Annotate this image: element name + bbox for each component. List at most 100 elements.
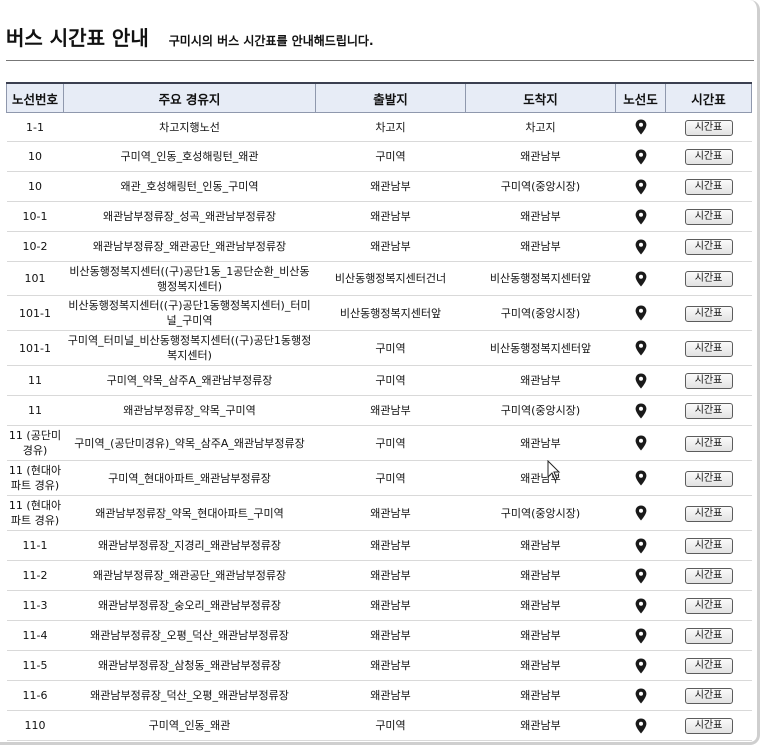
route-departure: 왜관남부 bbox=[315, 680, 466, 711]
route-departure: 왜관남부 bbox=[315, 495, 466, 531]
timetable-button[interactable]: 시간표 bbox=[684, 209, 733, 225]
map-pin-icon[interactable] bbox=[635, 598, 647, 614]
route-number: 11-5 bbox=[6, 650, 64, 681]
timetable-cell: 시간표 bbox=[665, 112, 752, 142]
table-row: 10-1 왜관남부정류장_성곡_왜관남부정류장 왜관남부 왜관남부 시간표 bbox=[6, 201, 752, 232]
timetable-button[interactable]: 시간표 bbox=[684, 470, 733, 487]
map-pin-icon[interactable] bbox=[635, 403, 647, 419]
map-pin-icon[interactable] bbox=[635, 179, 647, 195]
route-via: 비산동행정복지센터((구)공단1동_1공단순환_비산동행정복지센터) bbox=[63, 261, 316, 296]
map-pin-icon[interactable] bbox=[635, 688, 647, 704]
timetable-button[interactable]: 시간표 bbox=[684, 628, 733, 644]
timetable-button[interactable]: 시간표 bbox=[684, 373, 733, 389]
timetable-cell: 시간표 bbox=[665, 620, 752, 651]
table-row: 1-1 차고지행노선 차고지 차고지 시간표 bbox=[6, 112, 752, 142]
map-pin-icon[interactable] bbox=[635, 505, 647, 521]
timetable-button[interactable]: 시간표 bbox=[684, 119, 733, 136]
column-header-timetable: 시간표 bbox=[665, 82, 752, 113]
route-departure: 비산동행정복지센터앞 bbox=[315, 295, 466, 331]
route-arrival: 왜관남부 bbox=[465, 425, 616, 461]
timetable-cell: 시간표 bbox=[665, 530, 752, 561]
route-arrival: 왜관남부 bbox=[465, 620, 616, 651]
route-number: 11-2 bbox=[6, 560, 64, 591]
timetable-button[interactable]: 시간표 bbox=[684, 568, 733, 584]
timetable-button[interactable]: 시간표 bbox=[684, 149, 733, 165]
map-pin-icon[interactable] bbox=[635, 340, 647, 356]
route-arrival: 왜관남부 bbox=[465, 710, 616, 741]
route-departure: 왜관남부 bbox=[315, 395, 466, 426]
map-pin-icon[interactable] bbox=[635, 538, 647, 554]
timetable-button[interactable]: 시간표 bbox=[684, 538, 733, 554]
map-pin-icon[interactable] bbox=[635, 470, 647, 486]
timetable-cell: 시간표 bbox=[665, 365, 752, 396]
column-header-via: 주요 경유지 bbox=[63, 82, 316, 113]
route-map-cell bbox=[615, 460, 666, 496]
map-pin-icon[interactable] bbox=[635, 568, 647, 584]
route-departure: 구미역 bbox=[315, 365, 466, 396]
table-row: 11 왜관남부정류장_약목_구미역 왜관남부 구미역(중앙시장) 시간표 bbox=[6, 395, 752, 426]
timetable-button[interactable]: 시간표 bbox=[684, 435, 733, 452]
timetable-button[interactable]: 시간표 bbox=[684, 340, 733, 357]
route-via: 왜관남부정류장_숭오리_왜관남부정류장 bbox=[63, 590, 316, 621]
route-arrival: 왜관남부 bbox=[465, 590, 616, 621]
column-header-arrival: 도착지 bbox=[465, 82, 616, 113]
map-pin-icon[interactable] bbox=[635, 305, 647, 321]
timetable-button[interactable]: 시간표 bbox=[684, 403, 733, 419]
timetable-button[interactable]: 시간표 bbox=[684, 305, 733, 322]
route-departure: 왜관남부 bbox=[315, 171, 466, 202]
map-pin-icon[interactable] bbox=[635, 119, 647, 135]
route-number: 10 bbox=[6, 171, 64, 202]
map-pin-icon[interactable] bbox=[635, 628, 647, 644]
timetable-button[interactable]: 시간표 bbox=[684, 271, 733, 287]
route-via: 왜관남부정류장_약목_구미역 bbox=[63, 395, 316, 426]
route-departure: 왜관남부 bbox=[315, 590, 466, 621]
route-via: 왜관_호성해링턴_인동_구미역 bbox=[63, 171, 316, 202]
route-map-cell bbox=[615, 231, 666, 262]
route-map-cell bbox=[615, 395, 666, 426]
map-pin-icon[interactable] bbox=[635, 658, 647, 674]
route-departure: 구미역 bbox=[315, 141, 466, 172]
page-subtitle: 구미시의 버스 시간표를 안내해드립니다. bbox=[168, 34, 374, 48]
timetable-button[interactable]: 시간표 bbox=[684, 658, 733, 674]
timetable-button[interactable]: 시간표 bbox=[684, 179, 733, 195]
route-via: 구미역_(공단미경유)_약목_삼주A_왜관남부정류장 bbox=[63, 425, 316, 461]
timetable-cell: 시간표 bbox=[665, 141, 752, 172]
route-arrival: 왜관남부 bbox=[465, 650, 616, 681]
route-arrival: 구미역(중앙시장) bbox=[465, 495, 616, 531]
timetable-cell: 시간표 bbox=[665, 231, 752, 262]
timetable-cell: 시간표 bbox=[665, 560, 752, 591]
timetable-button[interactable]: 시간표 bbox=[684, 505, 733, 522]
timetable-button[interactable]: 시간표 bbox=[684, 718, 733, 734]
timetable-button[interactable]: 시간표 bbox=[684, 239, 733, 255]
timetable-cell: 시간표 bbox=[665, 425, 752, 461]
map-pin-icon[interactable] bbox=[635, 149, 647, 165]
route-departure: 구미역 bbox=[315, 425, 466, 461]
route-departure: 왜관남부 bbox=[315, 560, 466, 591]
timetable-button[interactable]: 시간표 bbox=[684, 598, 733, 614]
route-via: 왜관남부정류장_오평_덕산_왜관남부정류장 bbox=[63, 620, 316, 651]
route-number: 10 bbox=[6, 141, 64, 172]
map-pin-icon[interactable] bbox=[635, 373, 647, 389]
map-pin-icon[interactable] bbox=[635, 435, 647, 451]
route-arrival: 왜관남부 bbox=[465, 365, 616, 396]
map-pin-icon[interactable] bbox=[635, 718, 647, 734]
route-number: 11 bbox=[6, 365, 64, 396]
map-pin-icon[interactable] bbox=[635, 239, 647, 255]
route-via: 왜관남부정류장_왜관공단_왜관남부정류장 bbox=[63, 560, 316, 591]
timetable-cell: 시간표 bbox=[665, 650, 752, 681]
route-map-cell bbox=[615, 680, 666, 711]
route-map-cell bbox=[615, 590, 666, 621]
route-via: 왜관남부정류장_삼청동_왜관남부정류장 bbox=[63, 650, 316, 681]
route-departure: 구미역 bbox=[315, 460, 466, 496]
route-departure: 비산동행정복지센터건너 bbox=[315, 261, 466, 296]
map-pin-icon[interactable] bbox=[635, 271, 647, 287]
timetable-button[interactable]: 시간표 bbox=[684, 688, 733, 704]
column-header-route: 노선번호 bbox=[6, 82, 64, 113]
route-number: 10-2 bbox=[6, 231, 64, 262]
timetable-cell: 시간표 bbox=[665, 710, 752, 741]
timetable-cell: 시간표 bbox=[665, 201, 752, 232]
map-pin-icon[interactable] bbox=[635, 209, 647, 225]
route-number: 10-1 bbox=[6, 201, 64, 232]
route-via: 왜관남부정류장_왜관공단_왜관남부정류장 bbox=[63, 231, 316, 262]
route-arrival: 왜관남부 bbox=[465, 460, 616, 496]
